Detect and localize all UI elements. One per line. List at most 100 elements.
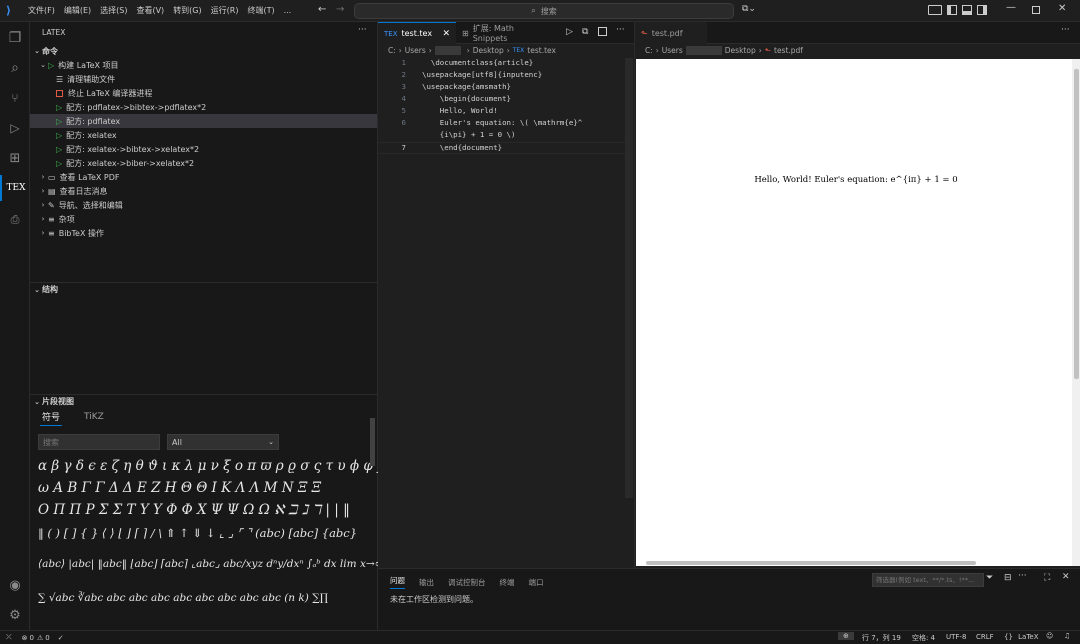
tab-output[interactable]: 输出 <box>419 577 434 588</box>
remote-icon[interactable]: ⤫ <box>6 633 12 642</box>
tex-icon[interactable]: TEX <box>0 175 30 201</box>
preview-icon[interactable]: ⧉ <box>582 27 588 37</box>
maximize-panel-icon[interactable]: ⛶ <box>1044 573 1050 583</box>
menu-view[interactable]: 查看(V) <box>136 5 164 16</box>
breadcrumb-users[interactable]: Users <box>405 46 426 55</box>
symbol-row-greek-lower[interactable]: α β γ δ ϵ ε ζ η θ ϑ ι κ λ μ ν ξ ο π ϖ ρ … <box>38 458 400 474</box>
cursor-position[interactable]: 行 7，列 19 <box>862 633 901 643</box>
problems-filter-input[interactable] <box>872 573 984 587</box>
command-center-search[interactable]: ⌕ 搜索 <box>354 3 734 19</box>
code-area[interactable]: 1 \documentclass{article} 2 \usepackage[… <box>378 58 628 558</box>
toggle-panel-icon[interactable] <box>962 5 972 15</box>
extensions-icon[interactable]: ⊞ <box>0 145 30 171</box>
snippet-scrollbar[interactable] <box>370 418 375 466</box>
snippet-search-input[interactable] <box>38 434 160 450</box>
tab-debug-console[interactable]: 调试控制台 <box>448 577 486 588</box>
toggle-sidebar-icon[interactable] <box>947 5 957 15</box>
indentation[interactable]: 空格: 4 <box>912 633 935 643</box>
symbol-row-greek-upper[interactable]: ω A B Γ Γ Δ Δ E Z H Θ Θ I K Λ Λ M N Ξ Ξ <box>38 480 321 496</box>
account-icon[interactable]: ◉ <box>0 572 30 598</box>
more-actions-icon[interactable]: ··· <box>616 25 625 35</box>
copilot-status-icon[interactable]: ☺ <box>1046 632 1053 640</box>
symbol-row-greek-hebrew[interactable]: O Π Π P Σ Σ T Υ Υ Φ Φ X Ψ Ψ Ω Ω ℵ ℶ ℷ ℸ … <box>38 502 350 518</box>
breadcrumb-file[interactable]: test.tex <box>527 46 556 55</box>
snippet-section-header[interactable]: ⌄ 片段视图 <box>30 394 377 408</box>
menu-selection[interactable]: 选择(S) <box>100 5 127 16</box>
zoom-icon[interactable]: ⊕ <box>838 632 854 640</box>
command-build-project[interactable]: ⌄ ▷ 构建 LaTeX 项目 <box>30 58 377 72</box>
tab-ports[interactable]: 端口 <box>529 577 544 588</box>
breadcrumb-desktop[interactable]: Desktop <box>473 46 504 55</box>
minimize-icon[interactable]: — <box>1006 2 1016 13</box>
recipe-xelatex[interactable]: ▷ 配方: xelatex <box>30 128 377 142</box>
more-actions-icon[interactable]: ··· <box>1061 25 1070 35</box>
tab-math-snippets[interactable]: ⊞ 扩展: Math Snippets <box>456 22 556 44</box>
command-kill-compiler[interactable]: 终止 LaTeX 编译器进程 <box>30 86 377 100</box>
scroll-thumb[interactable] <box>1073 69 1079 379</box>
encoding[interactable]: UTF-8 <box>946 633 966 641</box>
command-clean-aux[interactable]: ☰ 清理辅助文件 <box>30 72 377 86</box>
recipe-pdflatex[interactable]: ▷ 配方: pdflatex <box>30 114 377 128</box>
symbol-row-delimiters[interactable]: ‖ ( ) [ ] { } ⟨ ⟩ ⌊ ⌋ ⌈ ⌉ / \ ⇑ ↑ ⇓ ↓ ⌞ … <box>38 526 357 540</box>
menu-run[interactable]: 运行(R) <box>211 5 239 16</box>
recipe-xelatex-biber[interactable]: ▷ 配方: xelatex->biber->xelatex*2 <box>30 156 377 170</box>
commands-section-header[interactable]: ⌄ 命令 <box>30 44 377 58</box>
copilot-icon[interactable]: ⧉⌄ <box>742 4 756 14</box>
snippet-filter-select[interactable]: All ⌄ <box>167 434 279 450</box>
back-arrow-icon[interactable]: ← <box>318 4 326 15</box>
tab-test-pdf[interactable]: ⬑ test.pdf <box>635 22 707 44</box>
pdf-page[interactable]: Hello, World! Euler's equation: e^{iπ} +… <box>636 59 1072 566</box>
menu-file[interactable]: 文件(F) <box>28 5 55 16</box>
language-mode[interactable]: {} LaTeX <box>1004 633 1039 641</box>
symbol-row-brackets[interactable]: ⟨abc⟩ |abc| ‖abc‖ ⌊abc⌋ ⌈abc⌉ ⌞abc⌟ abc/… <box>38 558 383 570</box>
toggle-secondary-sidebar-icon[interactable] <box>977 5 987 15</box>
collapse-all-icon[interactable]: ⊟ <box>1004 573 1012 583</box>
menu-edit[interactable]: 编辑(E) <box>64 5 91 16</box>
close-window-icon[interactable]: ✕ <box>1058 3 1066 14</box>
command-bibtex[interactable]: › ≡ BibTeX 操作 <box>30 226 377 240</box>
notifications-icon[interactable]: ♫ <box>1064 632 1070 640</box>
problems-count[interactable]: ⊗ 0 ⚠ 0 <box>22 634 50 642</box>
tab-tikz[interactable]: TiKZ <box>82 412 106 424</box>
pdf-h-scrollbar[interactable] <box>646 561 976 565</box>
breadcrumb-users[interactable]: Users <box>662 46 683 55</box>
run-debug-icon[interactable]: ▷ <box>0 115 30 141</box>
settings-gear-icon[interactable]: ⚙ <box>0 602 30 628</box>
source-control-icon[interactable]: ⑂ <box>0 85 30 111</box>
symbol-row-operators[interactable]: ∑ √abc ∛abc abc abc abc abc abc abc abc … <box>38 592 328 604</box>
sidebar-more-icon[interactable]: ··· <box>358 25 367 35</box>
tab-problems[interactable]: 问题 <box>390 575 405 589</box>
split-editor-icon[interactable] <box>598 27 607 36</box>
customize-layout-icon[interactable] <box>928 5 942 15</box>
end-of-line[interactable]: CRLF <box>976 633 994 641</box>
run-icon[interactable]: ▷ <box>566 27 573 37</box>
tab-terminal[interactable]: 终端 <box>500 577 515 588</box>
close-panel-icon[interactable]: ✕ <box>1062 572 1070 582</box>
check-icon[interactable]: ✓ <box>58 634 64 642</box>
forward-arrow-icon[interactable]: → <box>336 4 344 15</box>
editor-scrollbar[interactable] <box>625 58 633 498</box>
structure-section-header[interactable]: ⌄ 结构 <box>30 282 377 296</box>
recipe-xelatex-bibtex[interactable]: ▷ 配方: xelatex->bibtex->xelatex*2 <box>30 142 377 156</box>
search-sidebar-icon[interactable]: ⌕ <box>0 55 30 81</box>
close-tab-icon[interactable]: ✕ <box>442 29 450 39</box>
menu-go[interactable]: 转到(G) <box>173 5 201 16</box>
recipe-pdflatex-bibtex[interactable]: ▷ 配方: pdflatex->bibtex->pdflatex*2 <box>30 100 377 114</box>
breadcrumb-drive[interactable]: C: <box>645 46 653 55</box>
log-icon[interactable]: ⎙ <box>0 207 30 233</box>
command-navigate-edit[interactable]: › ✎ 导航、选择和编辑 <box>30 198 377 212</box>
breadcrumb-file[interactable]: test.pdf <box>774 46 803 55</box>
explorer-icon[interactable]: ❐ <box>0 25 30 51</box>
menu-terminal[interactable]: 终端(T) <box>247 5 274 16</box>
command-misc[interactable]: › ≡ 杂项 <box>30 212 377 226</box>
breadcrumb-drive[interactable]: C: <box>388 46 396 55</box>
pdf-v-scrollbar[interactable] <box>1072 59 1080 566</box>
more-actions-icon[interactable]: ··· <box>1018 571 1027 581</box>
command-view-log[interactable]: › ▤ 查看日志消息 <box>30 184 377 198</box>
tab-test-tex[interactable]: TEX test.tex ✕ <box>378 22 456 44</box>
tab-symbols[interactable]: 符号 <box>40 410 63 426</box>
restore-icon[interactable] <box>1032 6 1040 14</box>
filter-icon[interactable]: ⏷ <box>986 573 993 583</box>
menu-more[interactable]: ... <box>284 6 292 15</box>
command-view-pdf[interactable]: › ▭ 查看 LaTeX PDF <box>30 170 377 184</box>
